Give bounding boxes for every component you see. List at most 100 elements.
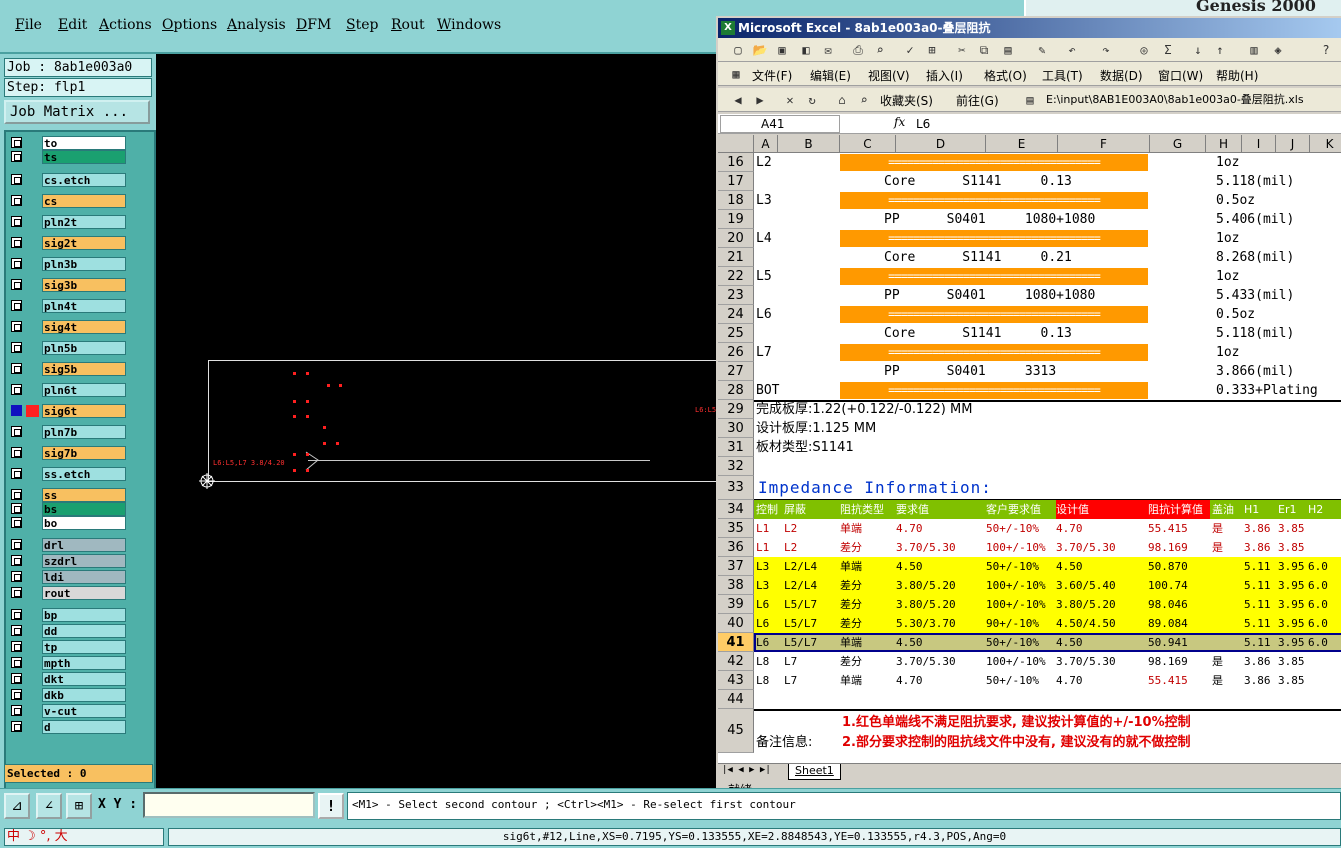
name-box[interactable]: A41 xyxy=(720,115,840,133)
row-header[interactable]: 24 xyxy=(718,305,754,324)
layer-cell[interactable]: L2 xyxy=(756,153,772,172)
impedance-row[interactable]: L6 L5/L7 单端 4.50 50+/-10% 4.50 50.941 5.11 3.95 6… xyxy=(754,633,1341,652)
impedance-cell[interactable]: L2/L4 xyxy=(784,557,817,576)
row-header[interactable]: 16 xyxy=(718,153,754,172)
chart-wizard-icon[interactable]: ▥ xyxy=(1246,42,1262,58)
format-painter-icon[interactable]: ✎ xyxy=(1034,42,1050,58)
layer-checkbox[interactable] xyxy=(11,673,22,684)
impedance-cell[interactable]: 3.86 xyxy=(1244,671,1271,690)
impedance-cell[interactable]: L8 xyxy=(756,671,769,690)
row-header[interactable]: 27 xyxy=(718,362,754,381)
impedance-cell[interactable]: 98.169 xyxy=(1148,538,1188,557)
layer-row[interactable]: dd xyxy=(8,624,128,638)
layer-cell[interactable]: L6 xyxy=(756,305,772,324)
layer-checkbox[interactable] xyxy=(11,468,22,479)
impedance-cell[interactable]: 100+/-10% xyxy=(986,595,1046,614)
impedance-cell[interactable]: L6 xyxy=(756,614,769,633)
layer-checkbox[interactable] xyxy=(11,539,22,550)
impedance-cell[interactable]: 50+/-10% xyxy=(986,671,1039,690)
layer-row[interactable]: dkt xyxy=(8,672,128,686)
layer-checkbox[interactable] xyxy=(11,258,22,269)
column-header[interactable]: G xyxy=(1150,135,1206,153)
impedance-cell[interactable]: 3.95 xyxy=(1278,576,1305,595)
home-icon[interactable]: ⌂ xyxy=(834,92,850,108)
note-line-1[interactable]: 1.红色单端线不满足阻抗要求, 建议按计算值的+/-10%控制 xyxy=(842,711,1191,730)
thickness-cell[interactable]: 5.118(mil) xyxy=(1216,324,1294,343)
impedance-cell[interactable]: 3.70/5.30 xyxy=(1056,652,1116,671)
menu-actions[interactable]: Actions xyxy=(99,17,152,33)
open-folder-icon[interactable]: 📂 xyxy=(752,42,768,58)
material-cell[interactable]: Core S1141 0.21 xyxy=(884,248,1072,267)
layer-row[interactable]: pln3b xyxy=(8,257,128,271)
paste-icon[interactable]: ▤ xyxy=(1000,42,1016,58)
spelling-icon[interactable]: ✓ xyxy=(902,42,918,58)
layer-cell[interactable]: L7 xyxy=(756,343,772,362)
impedance-header-cell[interactable]: 阻抗类型 xyxy=(840,500,884,519)
impedance-row[interactable]: L3 L2/L4 差分 3.80/5.20 100+/-10% 3.60/5.40 100.… xyxy=(754,576,1341,595)
impedance-cell[interactable]: 3.85 xyxy=(1278,538,1305,557)
impedance-cell[interactable]: 3.85 xyxy=(1278,671,1305,690)
impedance-cell[interactable]: 98.169 xyxy=(1148,652,1188,671)
column-header[interactable]: B xyxy=(778,135,840,153)
impedance-cell[interactable]: 4.70 xyxy=(1056,519,1083,538)
notes-label[interactable]: 备注信息: xyxy=(756,731,812,750)
impedance-cell[interactable]: 50+/-10% xyxy=(986,557,1039,576)
impedance-row[interactable]: L3 L2/L4 单端 4.50 50+/-10% 4.50 50.870 5.11 3.95 6… xyxy=(754,557,1341,576)
back-icon[interactable]: ◀ xyxy=(730,92,746,108)
impedance-cell[interactable]: 单端 xyxy=(840,519,862,538)
graphic-canvas[interactable]: L6:L5,L7 3.8/4.20 L6:L5 xyxy=(156,54,728,788)
row-header[interactable]: 31 xyxy=(718,438,754,457)
row-header[interactable]: 41 xyxy=(718,633,754,652)
impedance-cell[interactable]: 差分 xyxy=(840,538,862,557)
menu-data-cn[interactable]: 数据(D) xyxy=(1100,67,1143,84)
layer-checkbox[interactable] xyxy=(11,689,22,700)
layer-row[interactable]: pln6t xyxy=(8,383,128,397)
impedance-cell[interactable]: 6.0 xyxy=(1308,576,1328,595)
note-line-2[interactable]: 2.部分要求控制的阻抗线文件中没有, 建议没有的就不做控制 xyxy=(842,731,1190,750)
refresh-icon[interactable]: ↻ xyxy=(804,92,820,108)
menu-edit-cn[interactable]: 编辑(E) xyxy=(810,67,851,84)
impedance-cell[interactable]: 4.70 xyxy=(896,519,923,538)
layer-row[interactable]: rout xyxy=(8,586,128,600)
layer-cell[interactable]: L3 xyxy=(756,191,772,210)
row-header[interactable]: 29 xyxy=(718,400,754,419)
material-cell[interactable]: Core S1141 0.13 xyxy=(884,172,1072,191)
layer-checkbox[interactable] xyxy=(11,300,22,311)
layer-checkbox[interactable] xyxy=(11,151,22,162)
impedance-cell[interactable]: 3.95 xyxy=(1278,614,1305,633)
layer-row[interactable]: to xyxy=(8,136,128,150)
impedance-title[interactable]: Impedance Information: xyxy=(758,476,992,500)
impedance-row[interactable]: L6 L5/L7 差分 5.30/3.70 90+/-10% 4.50/4.50 89.08… xyxy=(754,614,1341,633)
row-header[interactable]: 20 xyxy=(718,229,754,248)
menu-insert-cn[interactable]: 插入(I) xyxy=(926,67,963,84)
layer-checkbox[interactable] xyxy=(11,571,22,582)
layer-checkbox[interactable] xyxy=(11,721,22,732)
impedance-cell[interactable]: 100+/-10% xyxy=(986,652,1046,671)
print-preview-icon[interactable]: ⌕ xyxy=(872,42,888,58)
thickness-cell[interactable]: 0.5oz xyxy=(1216,191,1255,210)
sort-descending-icon[interactable]: ↑ xyxy=(1212,42,1228,58)
impedance-cell[interactable]: 3.80/5.20 xyxy=(896,576,956,595)
impedance-cell[interactable]: 是 xyxy=(1212,671,1223,690)
excel-titlebar[interactable]: X Microsoft Excel - 8ab1e003a0-叠层阻抗 xyxy=(718,18,1341,38)
layer-row[interactable]: mpth xyxy=(8,656,128,670)
layer-row[interactable]: sig3b xyxy=(8,278,128,292)
impedance-cell[interactable]: 50+/-10% xyxy=(986,519,1039,538)
menu-analysis[interactable]: Analysis xyxy=(227,17,286,33)
impedance-cell[interactable]: 5.30/3.70 xyxy=(896,614,956,633)
impedance-cell[interactable]: 5.11 xyxy=(1244,595,1271,614)
layer-row[interactable]: tp xyxy=(8,640,128,654)
impedance-cell[interactable]: L1 xyxy=(756,538,769,557)
layer-checkbox[interactable] xyxy=(11,641,22,652)
thickness-cell[interactable]: 3.866(mil) xyxy=(1216,362,1294,381)
show-web-toolbar-icon[interactable]: ▤ xyxy=(1022,92,1038,108)
material-cell[interactable]: PP S0401 1080+1080 xyxy=(884,286,1095,305)
layer-checkbox[interactable] xyxy=(11,195,22,206)
impedance-cell[interactable]: 55.415 xyxy=(1148,519,1188,538)
email-icon[interactable]: ✉ xyxy=(820,42,836,58)
impedance-cell[interactable]: 89.084 xyxy=(1148,614,1188,633)
impedance-row[interactable]: L8 L7 单端 4.70 50+/-10% 4.70 55.415 是 3.86 3.85 xyxy=(754,671,1341,690)
layer-row[interactable]: ts xyxy=(8,150,128,164)
impedance-cell[interactable]: 3.60/5.40 xyxy=(1056,576,1116,595)
row-header[interactable]: 17 xyxy=(718,172,754,191)
